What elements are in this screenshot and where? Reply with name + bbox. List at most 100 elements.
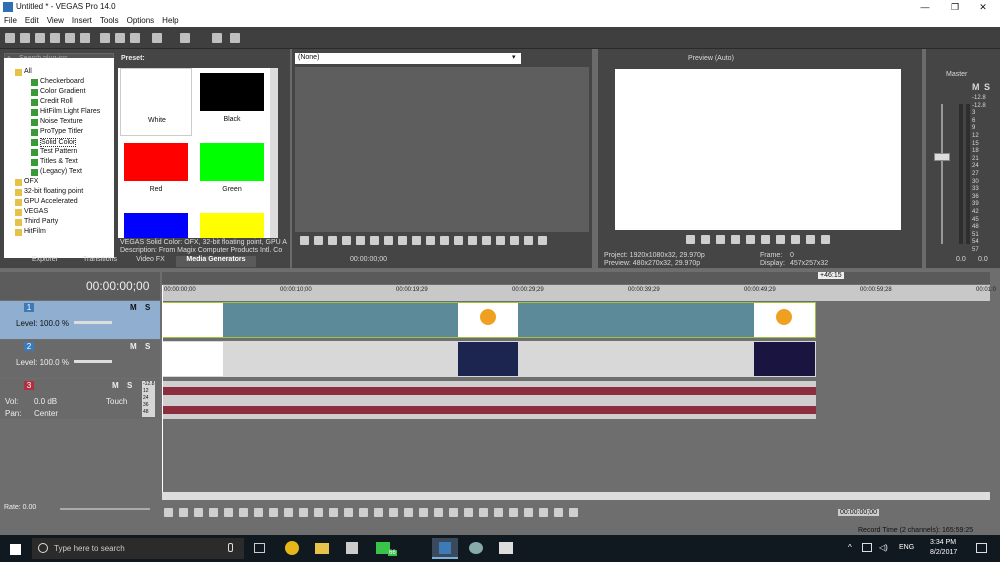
render-icon[interactable]: [65, 33, 75, 43]
transport-button[interactable]: [761, 235, 770, 244]
transport-button[interactable]: [440, 236, 449, 245]
menu-insert[interactable]: Insert: [68, 14, 96, 25]
transport-button[interactable]: [344, 508, 353, 517]
taskbar-search-box[interactable]: Type here to search: [32, 538, 244, 559]
transport-button[interactable]: [314, 508, 323, 517]
transport-button[interactable]: [468, 236, 477, 245]
task-view-icon[interactable]: [254, 543, 265, 553]
transport-button[interactable]: [510, 236, 519, 245]
tree-item[interactable]: GPU Accelerated: [24, 198, 78, 205]
transport-button[interactable]: [482, 236, 491, 245]
track-header-3[interactable]: 3 Vol: 0.0 dB Touch Pan: Center M S -12.…: [0, 379, 160, 419]
video-clip-logo-1[interactable]: [458, 303, 518, 337]
paste-icon[interactable]: [130, 33, 140, 43]
video-clip-white-1[interactable]: [163, 303, 223, 337]
transport-button[interactable]: [496, 236, 505, 245]
transport-button[interactable]: [300, 236, 309, 245]
playhead-cursor[interactable]: [162, 285, 163, 495]
transport-button[interactable]: [686, 235, 695, 244]
transport-button[interactable]: [494, 508, 503, 517]
transport-button[interactable]: [412, 236, 421, 245]
minimize-button[interactable]: —: [910, 0, 940, 14]
tree-item[interactable]: HitFilm Light Flares: [40, 108, 100, 115]
track-2-mute-button[interactable]: M: [130, 342, 137, 351]
preset-swatch[interactable]: Black: [196, 68, 268, 136]
video-clip-white-2[interactable]: [163, 342, 223, 376]
tray-chevron-icon[interactable]: ^: [848, 543, 852, 552]
close-button[interactable]: ✕: [968, 0, 998, 14]
transport-button[interactable]: [209, 508, 218, 517]
track-1-solo-button[interactable]: S: [145, 303, 150, 312]
track-header-1[interactable]: 1 Level: 100.0 % M S: [0, 301, 160, 339]
tree-item[interactable]: Titles & Text: [40, 158, 78, 165]
tree-item[interactable]: Credit Roll: [40, 98, 73, 105]
tree-item[interactable]: Color Gradient: [40, 88, 86, 95]
tab-video-fx[interactable]: Video FX: [128, 256, 173, 267]
track-1-level-slider[interactable]: [74, 321, 112, 324]
menu-edit[interactable]: Edit: [21, 14, 43, 25]
rate-slider[interactable]: [60, 508, 150, 510]
chrome-icon[interactable]: [285, 541, 299, 555]
tree-item[interactable]: VEGAS: [24, 208, 48, 215]
transport-button[interactable]: [342, 236, 351, 245]
new-icon[interactable]: [5, 33, 15, 43]
notifications-icon[interactable]: [976, 543, 987, 553]
help-icon[interactable]: [230, 33, 240, 43]
transport-button[interactable]: [404, 508, 413, 517]
transport-button[interactable]: [426, 236, 435, 245]
tab-explorer[interactable]: Explorer: [20, 256, 70, 267]
track-3-touch[interactable]: Touch: [106, 397, 127, 406]
tree-item[interactable]: Noise Texture: [40, 118, 83, 125]
transport-button[interactable]: [389, 508, 398, 517]
transport-button[interactable]: [419, 508, 428, 517]
transport-button[interactable]: [509, 508, 518, 517]
transport-button[interactable]: [454, 236, 463, 245]
transport-button[interactable]: [524, 236, 533, 245]
transport-button[interactable]: [329, 508, 338, 517]
transport-button[interactable]: [806, 235, 815, 244]
transport-button[interactable]: [716, 235, 725, 244]
transport-button[interactable]: [356, 236, 365, 245]
menu-options[interactable]: Options: [123, 14, 159, 25]
tree-item[interactable]: (Legacy) Text: [40, 168, 82, 175]
menu-tools[interactable]: Tools: [96, 14, 123, 25]
tree-item[interactable]: All: [24, 68, 32, 75]
overview-bar[interactable]: [162, 272, 990, 284]
tree-item[interactable]: Third Party: [24, 218, 58, 225]
timeline-ruler[interactable]: 00:00:00;00 00:00:10;00 00:00:19;29 00:00:2…: [162, 285, 996, 301]
transport-button[interactable]: [370, 236, 379, 245]
transport-button[interactable]: [179, 508, 188, 517]
tree-item[interactable]: Checkerboard: [40, 78, 84, 85]
transport-button[interactable]: [791, 235, 800, 244]
video-clip-logo-2[interactable]: [754, 303, 815, 337]
transport-button[interactable]: [284, 508, 293, 517]
track-3-mute-button[interactable]: M: [112, 381, 119, 390]
tab-media-generators[interactable]: Media Generators: [176, 256, 256, 267]
video-clip-space-2[interactable]: [754, 342, 815, 376]
menu-view[interactable]: View: [43, 14, 68, 25]
tree-item[interactable]: Solid Color: [40, 138, 77, 147]
transport-button[interactable]: [269, 508, 278, 517]
transport-button[interactable]: [821, 235, 830, 244]
store-icon[interactable]: [346, 542, 358, 554]
tree-item[interactable]: Test Pattern: [40, 148, 77, 155]
preset-swatch[interactable]: [120, 208, 192, 238]
trimmer-select[interactable]: (None) ▾: [295, 53, 521, 64]
preset-swatch[interactable]: Green: [196, 138, 268, 206]
transport-button[interactable]: [539, 508, 548, 517]
track-3-solo-button[interactable]: S: [127, 381, 132, 390]
open-icon[interactable]: [20, 33, 30, 43]
transport-button[interactable]: [398, 236, 407, 245]
plugin-icon[interactable]: [212, 33, 222, 43]
cut-icon[interactable]: [100, 33, 110, 43]
menu-help[interactable]: Help: [158, 14, 182, 25]
preset-swatch[interactable]: White: [120, 68, 192, 136]
transport-button[interactable]: [479, 508, 488, 517]
save-icon[interactable]: [35, 33, 45, 43]
transport-button[interactable]: [164, 508, 173, 517]
transport-button[interactable]: [254, 508, 263, 517]
windows-start-icon[interactable]: [10, 544, 21, 555]
master-fader-handle[interactable]: [934, 153, 950, 161]
menu-file[interactable]: File: [0, 14, 21, 25]
transport-button[interactable]: [224, 508, 233, 517]
